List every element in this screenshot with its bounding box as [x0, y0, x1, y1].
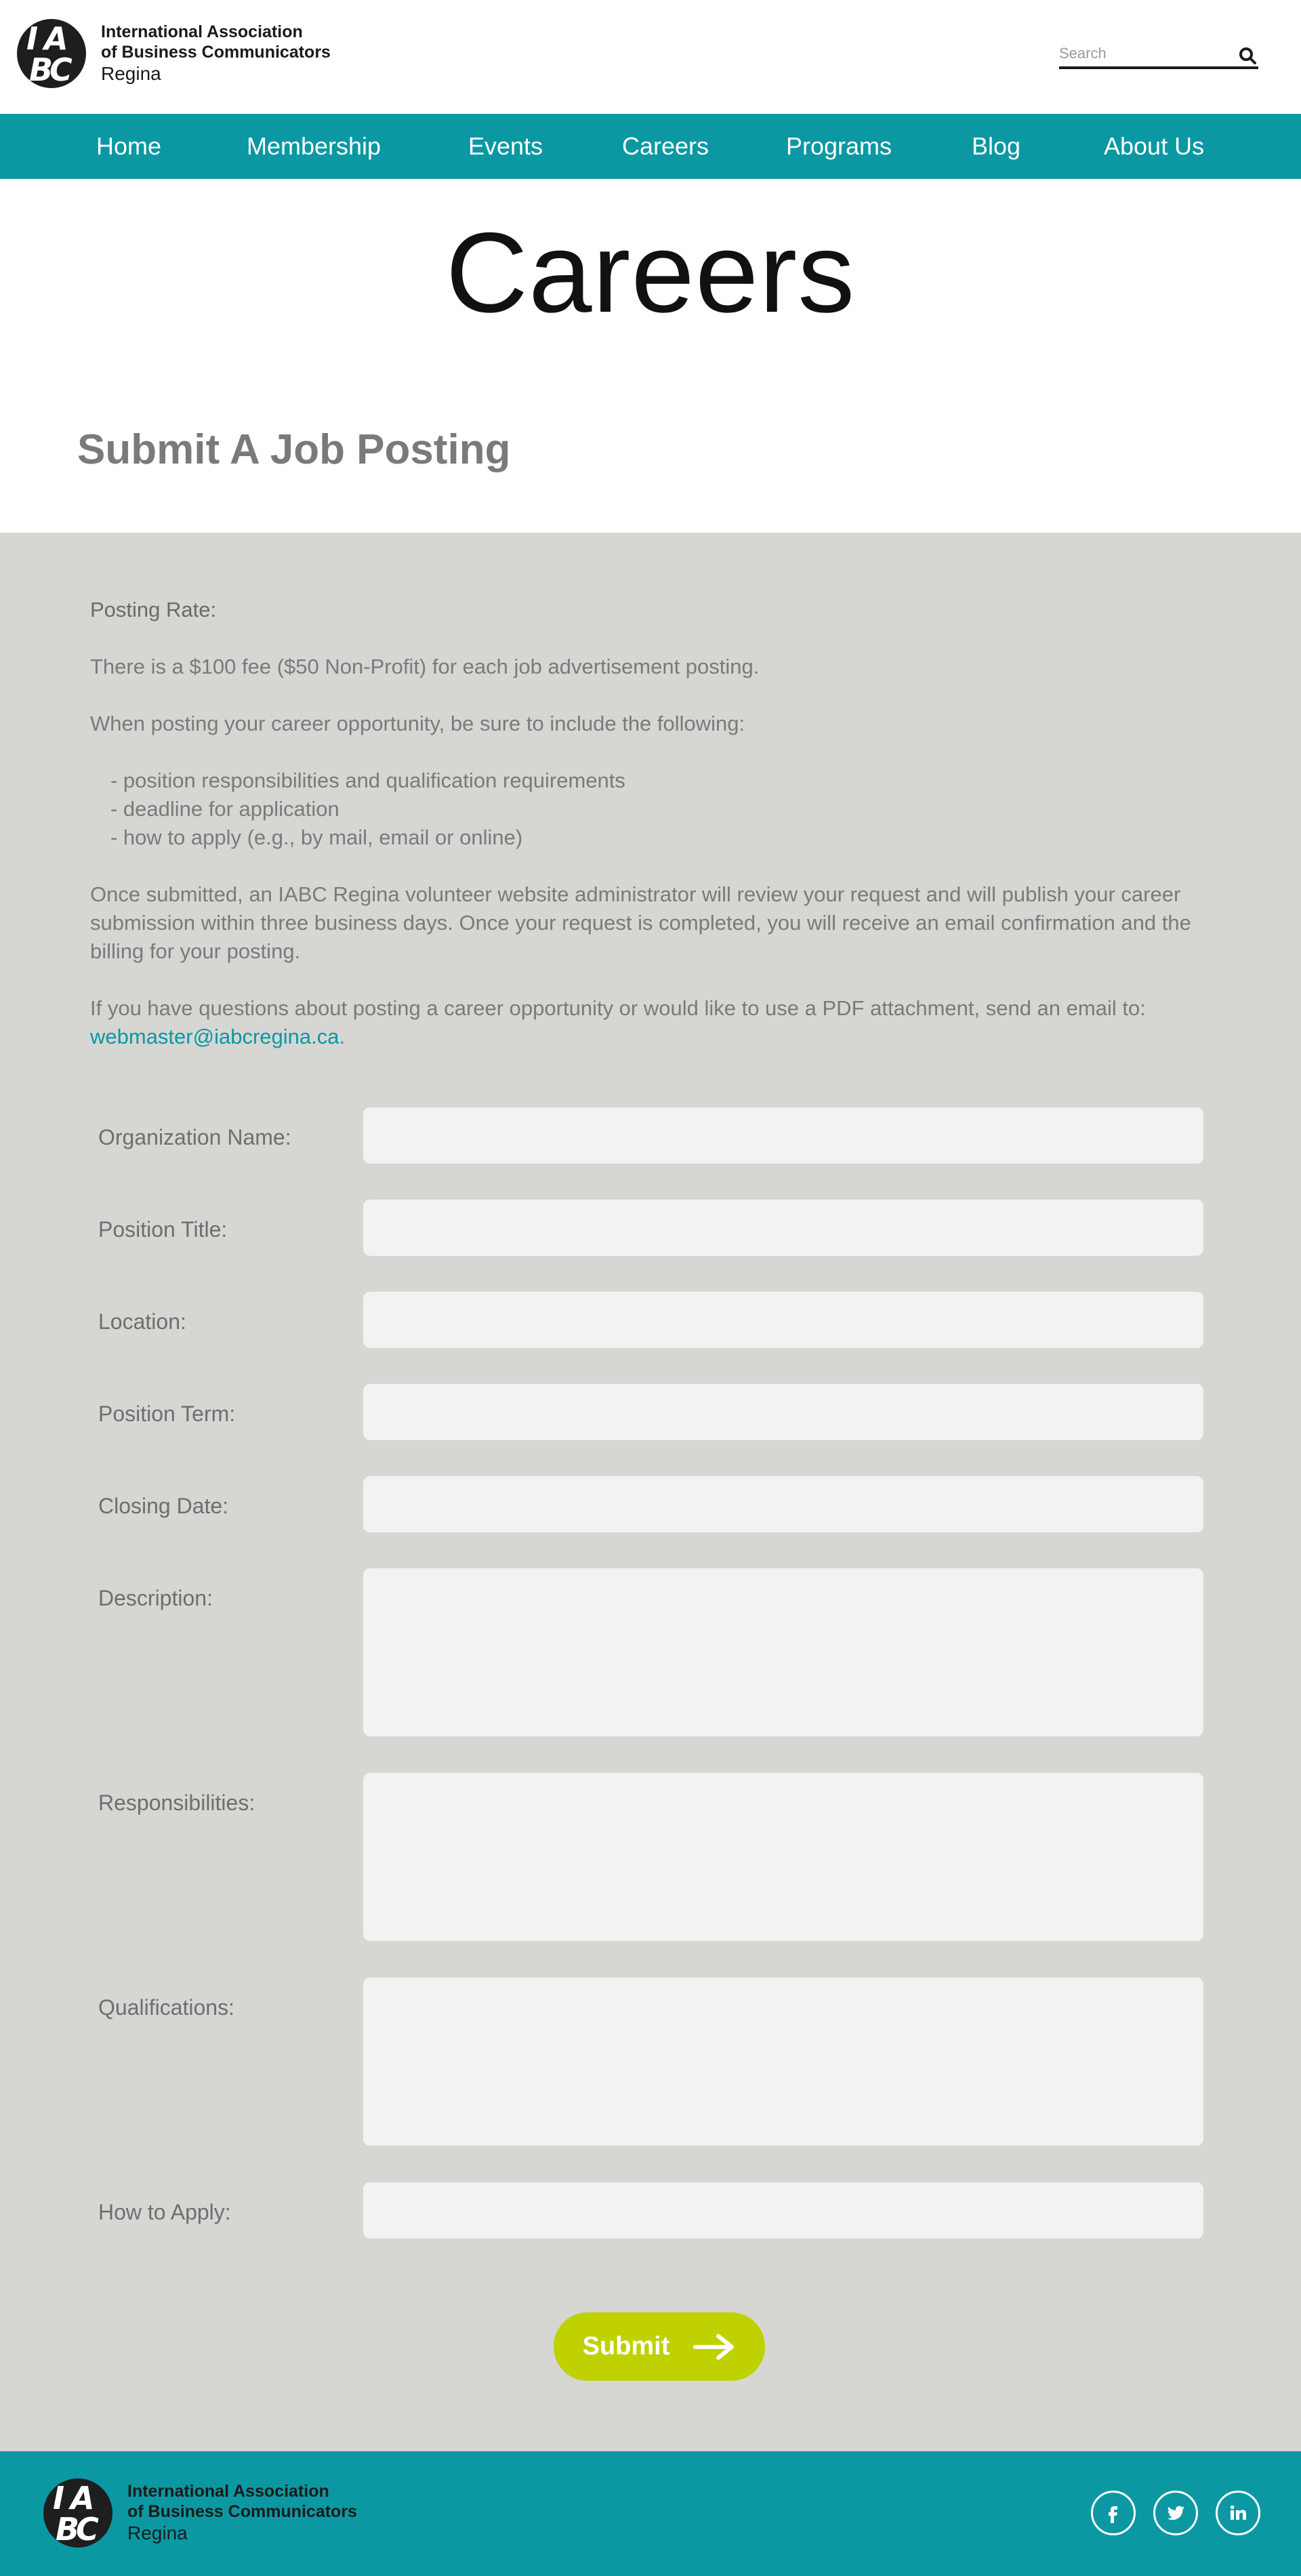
iabc-logo-mark: I A B C [43, 2478, 112, 2548]
position-term-field[interactable] [363, 1384, 1203, 1440]
logo-line-3: Regina [101, 63, 161, 85]
webmaster-email-link[interactable]: webmaster@iabcregina.ca [90, 1025, 339, 1048]
nav-item-blog[interactable]: Blog [972, 114, 1020, 179]
organization-name-label: Organization Name: [98, 1125, 291, 1149]
site-logo[interactable]: I A B C International Association of Bus… [17, 19, 331, 88]
posting-fee-text: There is a $100 fee ($50 Non-Profit) for… [90, 655, 760, 678]
position-title-label: Position Title: [98, 1217, 228, 1242]
section-title: Submit A Job Posting [77, 426, 511, 473]
how-to-apply-field[interactable] [363, 2182, 1203, 2238]
logo-text: International Association of Business Co… [101, 22, 331, 85]
position-term-label: Position Term: [98, 1402, 236, 1426]
logo-line-1: International Association [127, 2482, 329, 2501]
location-label: Location: [98, 1309, 186, 1334]
organization-name-field[interactable] [363, 1107, 1203, 1164]
nav-item-programs[interactable]: Programs [786, 114, 892, 179]
logo-line-2: of Business Communicators [127, 2502, 357, 2522]
closing-date-field[interactable] [363, 1476, 1203, 1532]
arrow-right-icon [693, 2333, 735, 2360]
footer-logo-text: International Association of Business Co… [127, 2481, 357, 2545]
posting-instructions: Posting Rate: There is a $100 fee ($50 N… [90, 596, 1228, 1051]
job-posting-section: Posting Rate: There is a $100 fee ($50 N… [0, 533, 1301, 2451]
nav-item-home[interactable]: Home [96, 114, 161, 179]
iabc-logo-mark: I A B C [17, 19, 86, 88]
footer-logo[interactable]: I A B C International Association of Bus… [43, 2478, 357, 2548]
nav-item-careers[interactable]: Careers [622, 114, 709, 179]
qualifications-label: Qualifications: [98, 1995, 234, 2020]
qualifications-field[interactable] [363, 1978, 1203, 2146]
site-footer: I A B C International Association of Bus… [0, 2451, 1301, 2576]
search-input[interactable] [1059, 42, 1228, 65]
include-text: When posting your career opportunity, be… [90, 712, 745, 735]
location-field[interactable] [363, 1292, 1203, 1348]
responsibilities-label: Responsibilities: [98, 1791, 255, 1815]
list-item: - how to apply (e.g., by mail, email or … [110, 825, 523, 849]
how-to-apply-label: How to Apply: [98, 2200, 231, 2224]
submit-label: Submit [582, 2332, 670, 2360]
position-title-field[interactable] [363, 1200, 1203, 1256]
questions-text: If you have questions about posting a ca… [90, 996, 1146, 1048]
list-item: - position responsibilities and qualific… [110, 769, 625, 792]
search-box [1059, 42, 1258, 69]
nav-item-membership[interactable]: Membership [247, 114, 381, 179]
review-text: Once submitted, an IABC Regina volunteer… [90, 882, 1191, 963]
nav-item-events[interactable]: Events [468, 114, 543, 179]
submit-button[interactable]: Submit [554, 2312, 765, 2381]
posting-rate-label: Posting Rate: [90, 598, 217, 621]
logo-line-2: of Business Communicators [101, 43, 331, 62]
list-item: - deadline for application [110, 797, 339, 821]
site-header: I A B C International Association of Bus… [0, 0, 1301, 114]
logo-line-1: International Association [101, 22, 303, 42]
requirements-list: - position responsibilities and qualific… [110, 766, 1228, 852]
linkedin-icon[interactable] [1216, 2491, 1260, 2535]
page-title: Careers [445, 209, 856, 336]
facebook-icon[interactable] [1091, 2491, 1136, 2535]
twitter-icon[interactable] [1153, 2491, 1198, 2535]
search-icon[interactable] [1238, 46, 1257, 65]
description-field[interactable] [363, 1568, 1203, 1736]
closing-date-label: Closing Date: [98, 1494, 229, 1518]
responsibilities-field[interactable] [363, 1773, 1203, 1941]
description-label: Description: [98, 1586, 213, 1610]
main-nav: Home Membership Events Careers Programs … [0, 114, 1301, 179]
logo-line-3: Regina [127, 2522, 188, 2544]
nav-item-about-us[interactable]: About Us [1104, 114, 1204, 179]
